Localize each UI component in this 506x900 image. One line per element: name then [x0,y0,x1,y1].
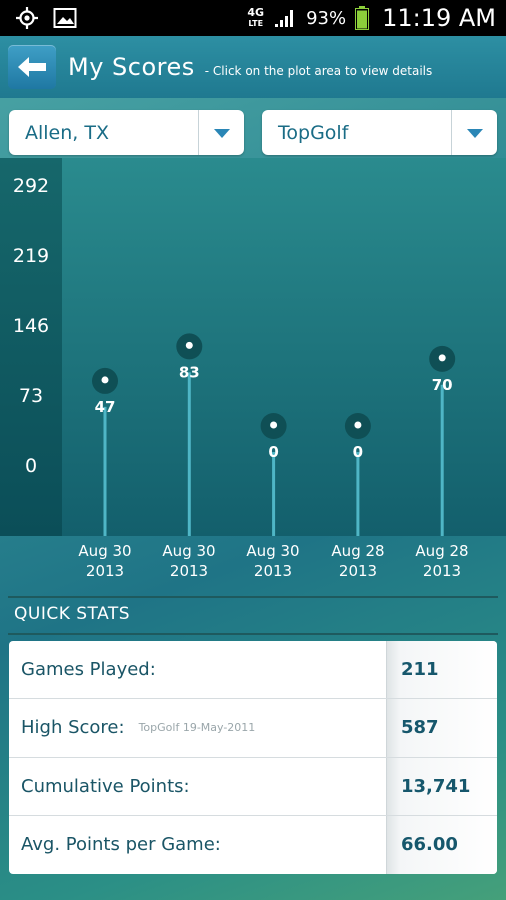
x-tick-date: Aug 30 [162,542,216,560]
score-chart[interactable]: 292 219 146 73 0 47 83 0 0 70 [0,158,506,536]
data-point-label: 0 [268,443,278,461]
x-tick-date: Aug 28 [331,542,385,560]
battery-icon [354,6,370,30]
y-tick-label: 292 [13,175,49,197]
x-tick-date: Aug 30 [246,542,300,560]
back-arrow-icon [18,57,46,77]
chart-plot-area [0,158,506,536]
data-point-dot [101,376,109,384]
stat-row-avg-points: Avg. Points per Game: 66.00 [9,815,497,874]
x-tick-label: Aug 28 2013 [402,541,482,581]
data-point-label: 83 [179,363,200,381]
x-tick-label: Aug 30 2013 [233,541,313,581]
header-bar: My Scores - Click on the plot area to vi… [0,36,506,98]
clock: 11:19 AM [382,4,496,32]
stat-value: 211 [386,641,497,699]
data-point-dot [354,421,362,429]
venue-dropdown[interactable]: TopGolf [262,110,497,155]
stat-label: Games Played: [21,659,156,681]
network-label: 4G [247,5,265,19]
y-tick-label: 146 [13,315,49,337]
stat-label: High Score: [21,717,125,739]
x-tick-year: 2013 [422,562,462,580]
x-tick-label: Aug 30 2013 [149,541,229,581]
y-tick-label: 0 [25,455,37,477]
stat-row-high-score: High Score: TopGolf 19-May-2011 587 [9,699,497,758]
stat-value: 66.00 [386,815,497,874]
data-point-label: 47 [95,398,116,416]
gallery-icon [52,6,78,30]
x-tick-date: Aug 30 [78,542,132,560]
divider [8,596,498,598]
x-tick-year: 2013 [253,562,293,580]
x-tick-label: Aug 30 2013 [65,541,145,581]
data-point-dot [438,354,446,362]
signal-icon [272,6,298,30]
data-point-label: 70 [432,376,453,394]
stat-row-cumulative-points: Cumulative Points: 13,741 [9,757,497,816]
x-tick-date: Aug 28 [415,542,469,560]
stat-label-cell: Avg. Points per Game: [9,816,386,874]
y-tick-label: 219 [13,245,49,267]
data-point-label: 0 [353,443,363,461]
network-sub-label: LTE [248,18,264,28]
stat-value: 13,741 [386,757,497,815]
network-type: 4G LTE [247,5,265,29]
chevron-down-icon[interactable] [451,110,497,155]
battery-percent: 93% [306,7,347,29]
location-dropdown[interactable]: Allen, TX [9,110,244,155]
data-point-dot [185,341,193,349]
stat-label-cell: High Score: TopGolf 19-May-2011 [9,699,386,756]
stat-row-games-played: Games Played: 211 [9,641,497,700]
x-tick-label: Aug 28 2013 [318,541,398,581]
stat-label-cell: Games Played: [9,641,386,698]
status-bar: 4G LTE 93% 11:19 AM [0,0,506,36]
x-tick-year: 2013 [338,562,378,580]
score-chart-svg[interactable]: 292 219 146 73 0 47 83 0 0 70 [0,158,506,536]
divider [8,633,498,635]
stat-label: Avg. Points per Game: [21,834,221,856]
location-value: Allen, TX [25,121,109,144]
stat-label-cell: Cumulative Points: [9,758,386,815]
stat-value: 587 [386,699,497,757]
x-tick-year: 2013 [169,562,209,580]
chevron-down-icon[interactable] [198,110,244,155]
quick-stats-table: Games Played: 211 High Score: TopGolf 19… [9,641,497,874]
quick-stats-title: QUICK STATS [14,604,131,624]
x-tick-year: 2013 [85,562,125,580]
stat-label: Cumulative Points: [21,775,190,797]
y-tick-label: 73 [19,385,43,407]
chart-y-axis-band [0,158,62,536]
page-title: My Scores [68,53,195,81]
stat-note: TopGolf 19-May-2011 [138,721,256,735]
data-point-dot [270,421,278,429]
venue-value: TopGolf [278,121,349,144]
page-subtitle: - Click on the plot area to view details [204,64,433,78]
back-button[interactable] [8,45,56,89]
gps-icon [14,6,40,30]
